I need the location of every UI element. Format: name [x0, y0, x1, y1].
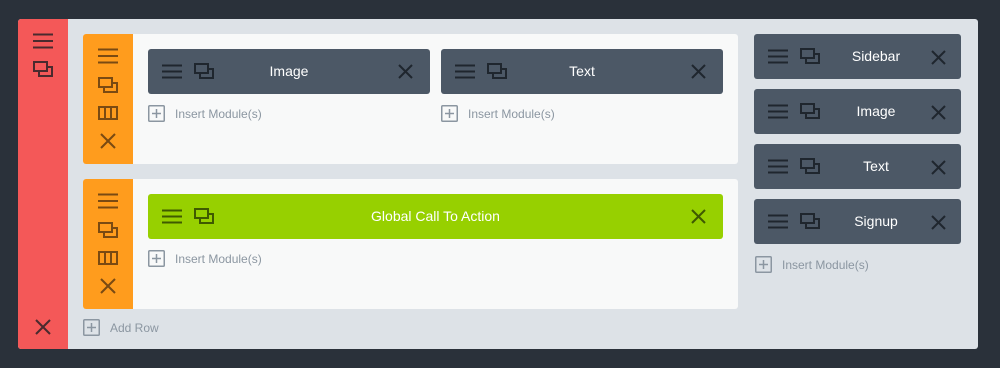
duplicate-icon[interactable]: [98, 77, 118, 93]
hamburger-icon[interactable]: [33, 33, 53, 49]
columns-icon[interactable]: [98, 106, 118, 120]
row-handle[interactable]: [83, 34, 133, 164]
module-image[interactable]: Image: [148, 49, 430, 94]
row-1: Image Insert Module(s) Text Insert Modul…: [83, 34, 738, 164]
close-icon[interactable]: [931, 160, 946, 175]
close-icon[interactable]: [931, 215, 946, 230]
close-icon[interactable]: [931, 105, 946, 120]
plus-icon: [148, 105, 165, 125]
module-image[interactable]: Image: [754, 89, 961, 134]
columns-icon[interactable]: [98, 251, 118, 265]
close-icon[interactable]: [691, 64, 706, 79]
section-handle[interactable]: [18, 19, 68, 349]
hamburger-icon[interactable]: [98, 48, 118, 64]
insert-module-label: Insert Module(s): [468, 107, 555, 121]
plus-icon: [755, 256, 772, 276]
module-signup[interactable]: Signup: [754, 199, 961, 244]
hamburger-icon[interactable]: [98, 193, 118, 209]
insert-module-label: Insert Module(s): [782, 258, 869, 272]
close-icon[interactable]: [691, 209, 706, 224]
module-title: Global Call To Action: [371, 208, 500, 224]
add-row-label: Add Row: [110, 321, 159, 335]
close-icon[interactable]: [398, 64, 413, 79]
close-icon[interactable]: [35, 319, 51, 335]
row-handle[interactable]: [83, 179, 133, 309]
module-global-call-to-action[interactable]: Global Call To Action: [148, 194, 723, 239]
plus-icon: [441, 105, 458, 125]
hamburger-icon[interactable]: [768, 104, 788, 119]
module-text[interactable]: Text: [754, 144, 961, 189]
hamburger-icon[interactable]: [768, 214, 788, 229]
duplicate-icon[interactable]: [33, 61, 53, 77]
module-sidebar[interactable]: Sidebar: [754, 34, 961, 79]
section: Image Insert Module(s) Text Insert Modul…: [18, 19, 978, 349]
duplicate-icon[interactable]: [98, 222, 118, 238]
module-title: Text: [569, 63, 595, 79]
hamburger-icon[interactable]: [768, 159, 788, 174]
plus-icon: [148, 250, 165, 270]
close-icon[interactable]: [931, 50, 946, 65]
close-icon[interactable]: [100, 133, 116, 149]
insert-module-label: Insert Module(s): [175, 107, 262, 121]
insert-module-label: Insert Module(s): [175, 252, 262, 266]
row-2: Global Call To Action Insert Module(s): [83, 179, 738, 309]
close-icon[interactable]: [100, 278, 116, 294]
module-text[interactable]: Text: [441, 49, 723, 94]
hamburger-icon[interactable]: [768, 49, 788, 64]
module-title: Image: [269, 63, 309, 79]
plus-icon: [83, 319, 100, 339]
